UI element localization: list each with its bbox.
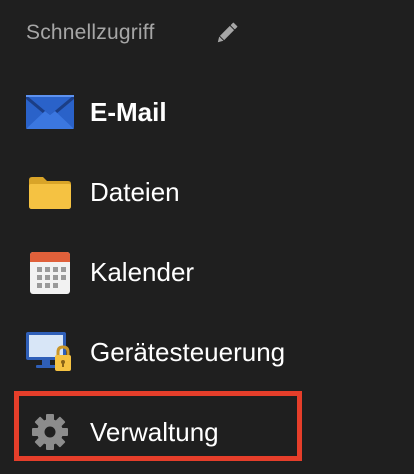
quick-access-item-device-control[interactable]: Gerätesteuerung — [24, 322, 384, 382]
gear-icon — [24, 406, 76, 458]
quick-access-item-files[interactable]: Dateien — [24, 162, 384, 222]
pencil-icon — [217, 22, 238, 43]
monitor-lock-icon — [24, 326, 76, 378]
edit-button[interactable] — [212, 18, 242, 48]
quick-access-item-label: Kalender — [90, 256, 195, 287]
calendar-icon — [24, 246, 76, 298]
quick-access-header: Schnellzugriff — [26, 18, 154, 48]
quick-access-panel: Schnellzugriff E-Mail Dateien Kalender G… — [0, 0, 414, 474]
quick-access-item-label: Verwaltung — [90, 416, 219, 447]
folder-icon — [24, 166, 76, 218]
quick-access-item-label: E-Mail — [90, 96, 167, 127]
envelope-icon — [24, 86, 76, 138]
quick-access-item-email[interactable]: E-Mail — [24, 82, 384, 142]
quick-access-item-calendar[interactable]: Kalender — [24, 242, 384, 302]
quick-access-item-administration[interactable]: Verwaltung — [24, 402, 384, 462]
quick-access-item-label: Dateien — [90, 176, 180, 207]
quick-access-title: Schnellzugriff — [26, 21, 155, 44]
quick-access-item-label: Gerätesteuerung — [90, 336, 286, 367]
